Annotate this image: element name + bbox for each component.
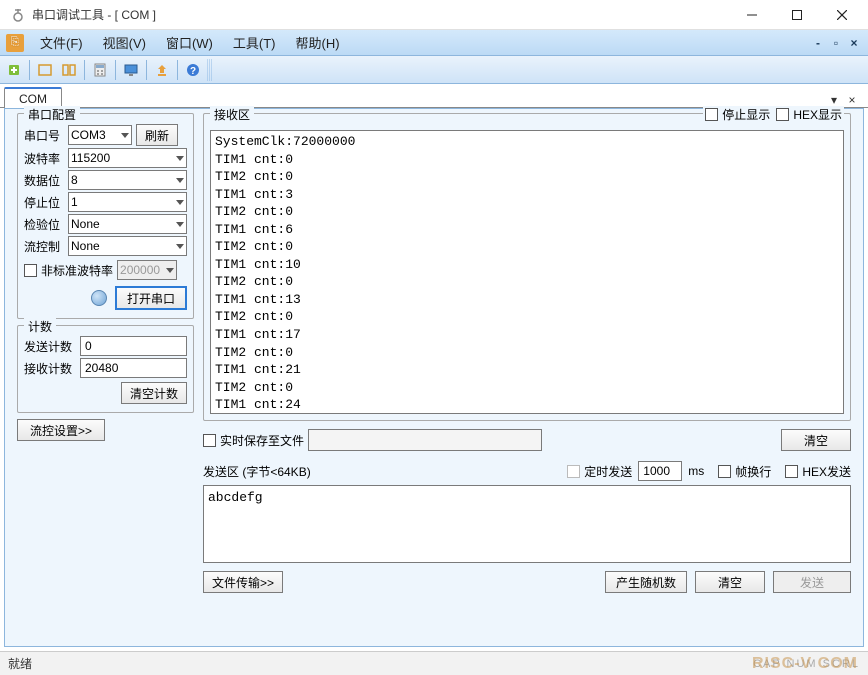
dropdown-icon bbox=[176, 178, 184, 183]
toolbar-upload-icon[interactable] bbox=[151, 59, 173, 81]
port-select[interactable]: COM3 bbox=[68, 125, 132, 145]
port-label: 串口号 bbox=[24, 127, 68, 144]
refresh-button[interactable]: 刷新 bbox=[136, 124, 178, 146]
work-area: 串口配置 串口号 COM3 刷新 波特率 115200 数据位 8 停止位 1 … bbox=[4, 108, 864, 647]
close-button[interactable] bbox=[819, 0, 864, 30]
right-panel: 接收区 停止显示 HEX显示 SystemClk:72000000 TIM1 c… bbox=[203, 113, 851, 593]
databits-label: 数据位 bbox=[24, 172, 68, 189]
status-text: 就绪 bbox=[8, 655, 32, 672]
recv-count-label: 接收计数 bbox=[24, 360, 80, 377]
menu-bar: ⎘ 文件(F) 视图(V) 窗口(W) 工具(T) 帮助(H) - ▫ × bbox=[0, 30, 868, 56]
save-path-input[interactable] bbox=[308, 429, 542, 451]
timed-send-label: 定时发送 bbox=[584, 463, 632, 480]
clear-receive-button[interactable]: 清空 bbox=[781, 429, 851, 451]
receive-group: 接收区 停止显示 HEX显示 SystemClk:72000000 TIM1 c… bbox=[203, 113, 851, 421]
toolbar: ? bbox=[0, 56, 868, 84]
menu-help[interactable]: 帮助(H) bbox=[286, 29, 350, 56]
hex-send-checkbox[interactable] bbox=[785, 465, 798, 478]
minimize-button[interactable] bbox=[729, 0, 774, 30]
app-icon bbox=[10, 7, 26, 23]
interval-input[interactable]: 1000 bbox=[638, 461, 682, 481]
send-count-value: 0 bbox=[80, 336, 187, 356]
nonstd-baud-label: 非标准波特率 bbox=[41, 262, 113, 279]
tab-com[interactable]: COM bbox=[4, 87, 62, 108]
menu-window[interactable]: 窗口(W) bbox=[156, 29, 223, 56]
file-transfer-button[interactable]: 文件传输>> bbox=[203, 571, 283, 593]
dropdown-icon bbox=[176, 222, 184, 227]
config-panel: 串口配置 串口号 COM3 刷新 波特率 115200 数据位 8 停止位 1 … bbox=[17, 113, 194, 441]
parity-select[interactable]: None bbox=[68, 214, 187, 234]
send-panel: 发送区 (字节<64KB) 定时发送 1000 ms 帧换行 HEX发送 abc… bbox=[203, 461, 851, 593]
title-bar: 串口调试工具 - [ COM ] bbox=[0, 0, 868, 30]
dropdown-icon bbox=[176, 200, 184, 205]
menu-file[interactable]: 文件(F) bbox=[30, 29, 93, 56]
save-to-file-label: 实时保存至文件 bbox=[220, 432, 304, 449]
baud-select[interactable]: 115200 bbox=[68, 148, 187, 168]
send-count-label: 发送计数 bbox=[24, 338, 80, 355]
send-textarea[interactable]: abcdefg bbox=[203, 485, 851, 563]
watermark: RISC-V COM bbox=[752, 655, 858, 673]
count-group: 计数 发送计数 0 接收计数 20480 清空计数 bbox=[17, 325, 194, 413]
hex-send-label: HEX发送 bbox=[802, 463, 851, 480]
recv-count-value: 20480 bbox=[80, 358, 187, 378]
status-bar: 就绪 CAP NUM SCRL bbox=[0, 651, 868, 675]
count-title: 计数 bbox=[24, 318, 56, 335]
window-title: 串口调试工具 - [ COM ] bbox=[32, 6, 729, 23]
toolbar-calc-icon[interactable] bbox=[89, 59, 111, 81]
toolbar-resizer[interactable] bbox=[207, 59, 213, 81]
send-title: 发送区 (字节<64KB) bbox=[203, 463, 311, 480]
serial-config-group: 串口配置 串口号 COM3 刷新 波特率 115200 数据位 8 停止位 1 … bbox=[17, 113, 194, 319]
clear-send-button[interactable]: 清空 bbox=[695, 571, 765, 593]
toolbar-monitor-icon[interactable] bbox=[120, 59, 142, 81]
tab-menu-icon[interactable]: ▾ bbox=[826, 93, 842, 107]
dropdown-icon bbox=[166, 268, 174, 273]
stop-display-label: 停止显示 bbox=[722, 106, 770, 123]
toolbar-help-icon[interactable]: ? bbox=[182, 59, 204, 81]
stop-display-checkbox[interactable] bbox=[705, 108, 718, 121]
tab-close-icon[interactable]: × bbox=[844, 93, 860, 107]
clear-count-button[interactable]: 清空计数 bbox=[121, 382, 187, 404]
nonstd-baud-checkbox[interactable] bbox=[24, 264, 37, 277]
port-status-icon bbox=[91, 290, 107, 306]
flow-settings-button[interactable]: 流控设置>> bbox=[17, 419, 105, 441]
send-button[interactable]: 发送 bbox=[773, 571, 851, 593]
mdi-minimize-icon[interactable]: - bbox=[810, 37, 826, 49]
mdi-close-icon[interactable]: × bbox=[846, 37, 862, 49]
frame-wrap-checkbox[interactable] bbox=[718, 465, 731, 478]
interval-unit: ms bbox=[688, 464, 704, 478]
nonstd-baud-select: 200000 bbox=[117, 260, 177, 280]
toolbar-layout1-icon[interactable] bbox=[34, 59, 56, 81]
frame-wrap-label: 帧换行 bbox=[735, 463, 771, 480]
stopbits-select[interactable]: 1 bbox=[68, 192, 187, 212]
receive-title: 接收区 bbox=[210, 106, 254, 123]
random-button[interactable]: 产生随机数 bbox=[605, 571, 687, 593]
timed-send-checkbox[interactable] bbox=[567, 465, 580, 478]
baud-label: 波特率 bbox=[24, 150, 68, 167]
dropdown-icon bbox=[121, 133, 129, 138]
flow-select[interactable]: None bbox=[68, 236, 187, 256]
dropdown-icon bbox=[176, 244, 184, 249]
menu-icon: ⎘ bbox=[6, 34, 24, 52]
save-to-file-checkbox[interactable] bbox=[203, 434, 216, 447]
toolbar-new-icon[interactable] bbox=[3, 59, 25, 81]
flow-label: 流控制 bbox=[24, 238, 68, 255]
menu-tools[interactable]: 工具(T) bbox=[223, 29, 286, 56]
open-port-button[interactable]: 打开串口 bbox=[115, 286, 187, 310]
dropdown-icon bbox=[176, 156, 184, 161]
serial-config-title: 串口配置 bbox=[24, 106, 80, 123]
parity-label: 检验位 bbox=[24, 216, 68, 233]
hex-display-label: HEX显示 bbox=[793, 106, 842, 123]
databits-select[interactable]: 8 bbox=[68, 170, 187, 190]
stopbits-label: 停止位 bbox=[24, 194, 68, 211]
receive-textarea[interactable]: SystemClk:72000000 TIM1 cnt:0 TIM2 cnt:0… bbox=[210, 130, 844, 414]
svg-text:?: ? bbox=[190, 66, 196, 77]
menu-view[interactable]: 视图(V) bbox=[93, 29, 156, 56]
hex-display-checkbox[interactable] bbox=[776, 108, 789, 121]
mdi-restore-icon[interactable]: ▫ bbox=[828, 37, 844, 49]
toolbar-layout2-icon[interactable] bbox=[58, 59, 80, 81]
tab-row: COM ▾ × bbox=[0, 84, 868, 108]
maximize-button[interactable] bbox=[774, 0, 819, 30]
